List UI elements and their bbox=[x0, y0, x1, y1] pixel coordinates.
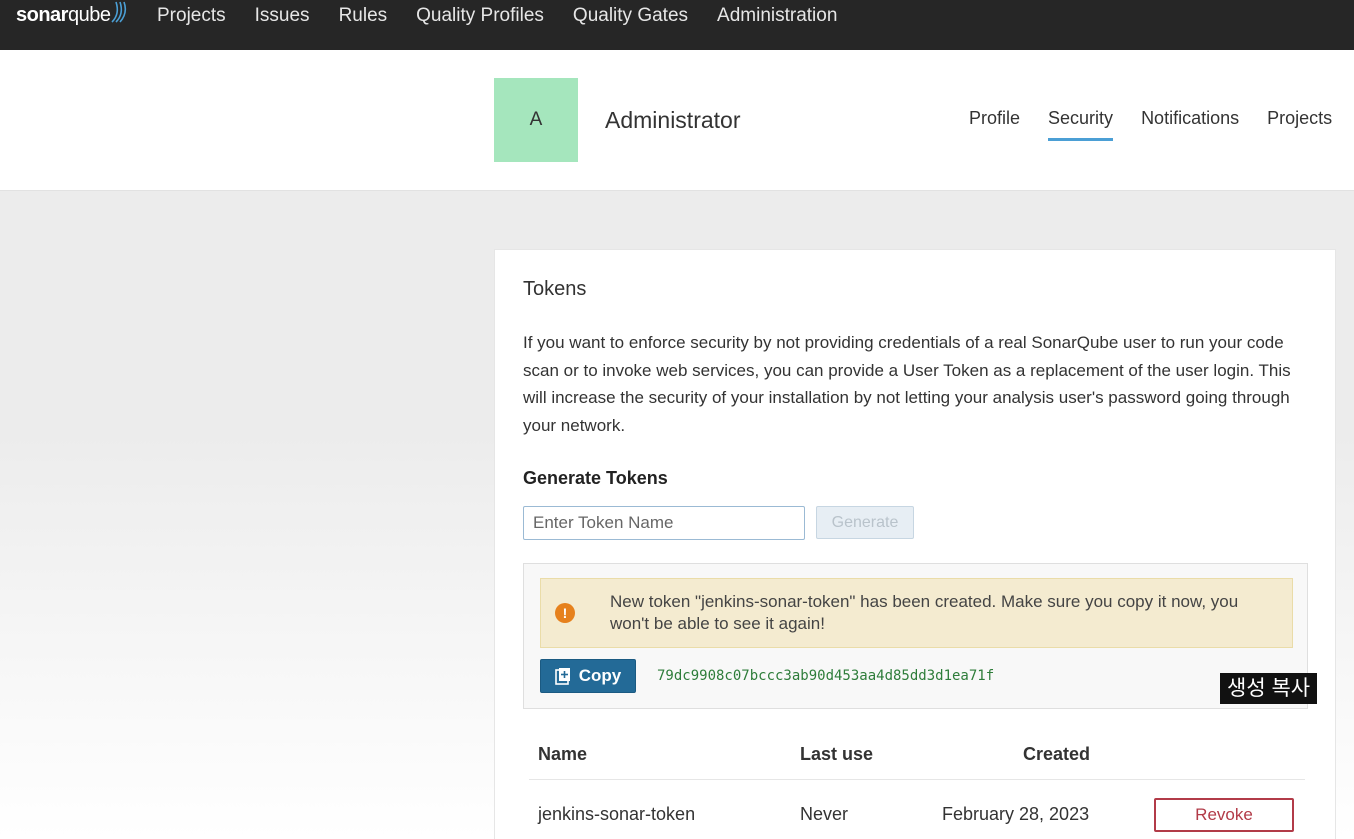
column-header-name: Name bbox=[538, 744, 588, 764]
clipboard-icon bbox=[554, 668, 570, 685]
nav-quality-gates[interactable]: Quality Gates bbox=[573, 5, 688, 27]
main-nav: Projects Issues Rules Quality Profiles Q… bbox=[157, 5, 866, 27]
nav-issues[interactable]: Issues bbox=[255, 5, 310, 27]
avatar: A bbox=[494, 78, 578, 162]
nav-administration[interactable]: Administration bbox=[717, 5, 837, 27]
logo-waves-icon bbox=[111, 1, 127, 23]
new-token-box: ! New token "jenkins-sonar-token" has be… bbox=[523, 563, 1308, 709]
account-tabs: Profile Security Notifications Projects bbox=[969, 108, 1354, 141]
caption-overlay: 생성 복사 bbox=[1220, 673, 1318, 704]
tab-security[interactable]: Security bbox=[1048, 108, 1114, 141]
alert-message: New token "jenkins-sonar-token" has been… bbox=[610, 592, 1239, 633]
table-divider bbox=[529, 779, 1305, 780]
tokens-description: If you want to enforce security by not p… bbox=[523, 333, 1291, 435]
logo-text-sonar: sonar bbox=[16, 4, 68, 26]
sonarqube-logo[interactable]: sonar qube bbox=[16, 1, 127, 30]
created-cell: February 28, 2023 bbox=[942, 804, 1090, 824]
revoke-button[interactable]: Revoke bbox=[1154, 798, 1294, 832]
logo-text-qube: qube bbox=[67, 4, 111, 26]
generate-tokens-title: Generate Tokens bbox=[523, 468, 668, 488]
column-header-created: Created bbox=[1023, 744, 1091, 764]
tab-notifications[interactable]: Notifications bbox=[1141, 108, 1239, 141]
account-header: A Administrator Profile Security Notific… bbox=[0, 50, 1354, 191]
nav-quality-profiles[interactable]: Quality Profiles bbox=[416, 5, 544, 27]
warning-alert: ! New token "jenkins-sonar-token" has be… bbox=[540, 578, 1293, 648]
warning-icon: ! bbox=[555, 603, 575, 623]
last-use-cell: Never bbox=[800, 804, 849, 824]
tokens-title: Tokens bbox=[523, 278, 587, 300]
top-navbar: sonar qube Projects Issues Rules Quality … bbox=[0, 0, 1354, 50]
copy-button[interactable]: Copy bbox=[540, 659, 636, 693]
tab-profile[interactable]: Profile bbox=[969, 108, 1020, 141]
column-header-last-use: Last use bbox=[800, 744, 874, 764]
token-name-input[interactable] bbox=[523, 506, 805, 540]
tokens-panel: Tokens If you want to enforce security b… bbox=[494, 249, 1336, 839]
nav-rules[interactable]: Rules bbox=[339, 5, 388, 27]
user-name: Administrator bbox=[605, 107, 741, 133]
tab-projects[interactable]: Projects bbox=[1267, 108, 1332, 141]
nav-projects[interactable]: Projects bbox=[157, 5, 226, 27]
token-value[interactable]: 79dc9908c07bccc3ab90d453aa4d85dd3d1ea71f bbox=[657, 668, 994, 684]
copy-label: Copy bbox=[578, 666, 622, 685]
generate-button[interactable]: Generate bbox=[816, 506, 914, 539]
token-name-cell: jenkins-sonar-token bbox=[538, 804, 696, 824]
